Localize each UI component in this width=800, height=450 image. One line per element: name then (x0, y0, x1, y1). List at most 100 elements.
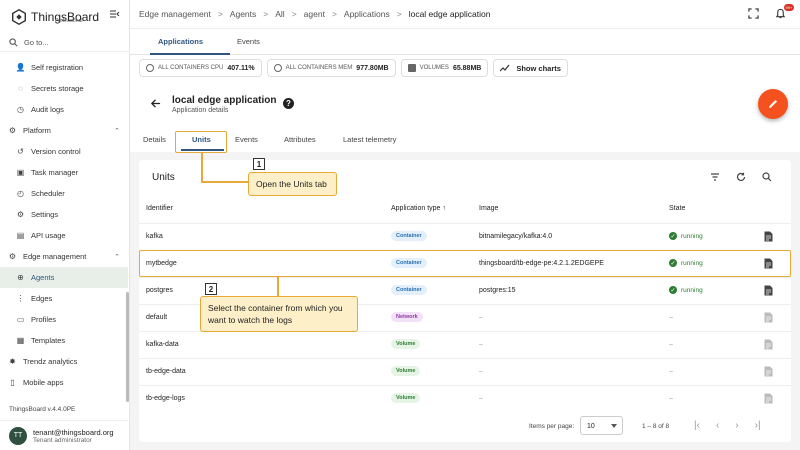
logs-document-icon[interactable] (764, 285, 773, 296)
stat-value: 65.88MB (452, 64, 482, 72)
notifications[interactable]: 99+ (775, 4, 794, 21)
help-icon[interactable]: ? (283, 98, 294, 109)
user-panel[interactable]: TT tenant@thingsboard.org Tenant adminis… (0, 420, 130, 450)
tab-indicator (150, 53, 230, 55)
stat-label: ALL CONTAINERS MEM (285, 65, 353, 71)
tab-attributes[interactable]: Attributes (284, 135, 316, 144)
callout-connector (201, 153, 203, 182)
selected-row-highlight (139, 250, 791, 277)
table-row[interactable]: kafka Container bitnamilegacy/kafka:4.0 ✓ ru… (139, 223, 791, 250)
sidebar-item-templates[interactable]: ▦ Templates (0, 330, 128, 351)
sidebar-nav: 👤 Self registration ◌ Secrets storage ◷ Aud… (0, 57, 128, 393)
settings-icon: ⚙ (8, 126, 17, 135)
breadcrumb-separator: > (396, 9, 402, 19)
tab-details[interactable]: Details (143, 135, 166, 144)
show-charts-button[interactable]: Show charts (493, 59, 568, 77)
sidebar-item-edges[interactable]: ⋮ Edges (0, 288, 128, 309)
trendz-icon: ✸ (9, 357, 16, 366)
sidebar-item-mobile-apps[interactable]: ▯ Mobile apps (0, 372, 128, 393)
menu-collapse-icon[interactable] (110, 10, 120, 18)
breadcrumb-item[interactable]: All (275, 9, 284, 19)
refresh-icon[interactable] (736, 172, 746, 182)
breadcrumb: Edge management > Agents > All > agent > App… (130, 0, 800, 29)
first-page-icon[interactable]: |‹ (694, 420, 700, 431)
tab-events[interactable]: Events (237, 37, 260, 46)
state-label: running (681, 232, 703, 240)
database-icon: ◌ (18, 84, 23, 93)
column-header-identifier[interactable]: Identifier (146, 205, 173, 212)
search-icon[interactable] (762, 172, 772, 182)
application-type-chip: Volume (391, 339, 421, 349)
page-size-select[interactable]: 10 (580, 416, 623, 435)
sidebar-item-label: Settings (31, 210, 59, 219)
user-plus-icon: 👤 (15, 63, 26, 72)
sidebar-item-label: Profiles (31, 315, 57, 324)
sidebar-item-audit-logs[interactable]: ◷ Audit logs (0, 99, 128, 120)
filter-icon[interactable] (710, 172, 720, 182)
table-row[interactable]: tb-edge-logs Volume – – (139, 385, 791, 412)
sidebar-item-profiles[interactable]: ▭ Profiles (0, 309, 128, 330)
sidebar-section-edge-management[interactable]: ⚙ Edge management ⌃ (0, 246, 128, 267)
sidebar-item-settings[interactable]: ⚙ Settings (0, 204, 128, 225)
tab-events[interactable]: Events (235, 135, 258, 144)
user-role: Tenant administrator (33, 436, 92, 444)
sidebar-item-self-registration[interactable]: 👤 Self registration (0, 57, 128, 78)
state-running: ✓ running (669, 286, 703, 294)
template-icon: ▦ (16, 336, 25, 345)
sidebar-item-api-usage[interactable]: ▤ API usage (0, 225, 128, 246)
breadcrumb-item[interactable]: agent (304, 9, 325, 19)
clock-icon: ◷ (17, 105, 24, 114)
callout-connector (277, 277, 279, 296)
sidebar-item-label: Scheduler (31, 189, 65, 198)
stat-label: VOLUMES (419, 65, 449, 71)
tab-applications[interactable]: Applications (158, 37, 203, 46)
sidebar-scrollbar[interactable] (126, 292, 129, 402)
sidebar-item-label: Templates (31, 336, 66, 345)
back-arrow-icon[interactable] (150, 98, 161, 109)
sidebar-item-agents[interactable]: ⊕ Agents (0, 267, 128, 288)
sidebar-item-label: Task manager (31, 168, 79, 177)
breadcrumb-separator: > (331, 9, 337, 19)
callout-1: Open the Units tab (248, 172, 337, 196)
sidebar-item-scheduler[interactable]: ◴ Scheduler (0, 183, 128, 204)
paginator: Items per page: 10 1 – 8 of 8 |‹ ‹ › ›| (139, 412, 791, 440)
stat-value: 407.11% (227, 64, 255, 72)
sidebar-item-task-manager[interactable]: ▣ Task manager (0, 162, 128, 183)
breadcrumb-item[interactable]: Applications (344, 9, 390, 19)
cell-identifier: tb-edge-data (146, 368, 186, 375)
logs-document-icon (764, 339, 773, 350)
stat-cpu: ALL CONTAINERS CPU 407.11% (139, 59, 262, 77)
sidebar-item-label: API usage (31, 231, 66, 240)
profile-icon: ▭ (16, 315, 25, 324)
column-header-state[interactable]: State (669, 205, 685, 212)
tab-latest-telemetry[interactable]: Latest telemetry (343, 135, 396, 144)
sidebar-section-platform[interactable]: ⚙ Platform ⌃ (0, 120, 128, 141)
stats-bar: ALL CONTAINERS CPU 407.11% ALL CONTAINERS… (139, 59, 568, 77)
breadcrumb-item[interactable]: Edge management (139, 9, 211, 19)
show-charts-label: Show charts (516, 63, 561, 73)
breadcrumb-item[interactable]: Agents (230, 9, 256, 19)
logo[interactable]: ThingsBoard (10, 6, 99, 28)
notifications-badge: 99+ (784, 4, 794, 11)
fullscreen-icon[interactable] (748, 8, 759, 19)
goto-search[interactable]: Go to... (0, 34, 130, 52)
cell-state: – (669, 395, 673, 402)
next-page-icon[interactable]: › (735, 420, 738, 431)
edit-fab-button[interactable] (758, 89, 788, 119)
items-per-page-label: Items per page: (529, 423, 575, 430)
column-header-application-type[interactable]: Application type ↑ (391, 205, 446, 212)
page-title: local edge application (172, 95, 277, 106)
column-header-image[interactable]: Image (479, 205, 498, 212)
last-page-icon[interactable]: ›| (755, 420, 761, 431)
sidebar-item-secrets-storage[interactable]: ◌ Secrets storage (0, 78, 128, 99)
logs-document-icon (764, 393, 773, 404)
cpu-icon (146, 64, 154, 72)
table-row[interactable]: kafka-data Volume – – (139, 331, 791, 358)
prev-page-icon[interactable]: ‹ (716, 420, 719, 431)
table-row[interactable]: tb-edge-data Volume – – (139, 358, 791, 385)
sidebar-item-version-control[interactable]: ↺ Version control (0, 141, 128, 162)
sidebar-item-trendz-analytics[interactable]: ✸ Trendz analytics (0, 351, 128, 372)
sidebar-item-label: Trendz analytics (23, 357, 78, 366)
cell-image: – (479, 368, 483, 375)
logs-document-icon[interactable] (764, 231, 773, 242)
